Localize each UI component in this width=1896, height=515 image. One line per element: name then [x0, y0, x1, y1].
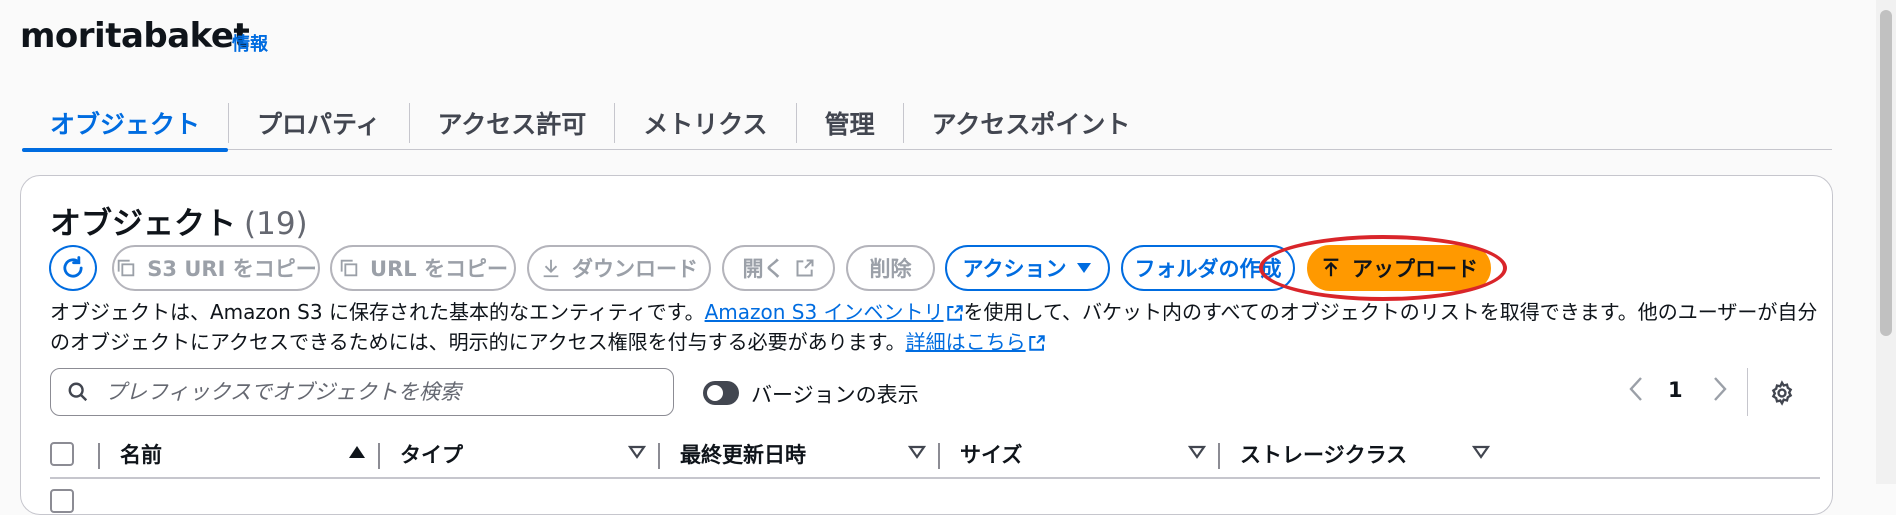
download-icon	[543, 259, 559, 278]
show-versions-label: バージョンの表示	[751, 383, 919, 407]
objects-title: オブジェクト	[50, 206, 236, 242]
column-header-storage-class[interactable]: ストレージクラス	[1240, 439, 1407, 469]
column-divider	[378, 443, 380, 469]
copy-s3-uri-label: S3 URI をコピー	[147, 257, 317, 281]
info-link[interactable]: 情報	[232, 30, 268, 56]
current-page[interactable]: 1	[1668, 378, 1683, 402]
tab-metrics[interactable]: メトリクス	[615, 96, 795, 150]
search-box	[50, 368, 674, 416]
chevron-left-icon[interactable]	[1629, 376, 1643, 402]
objects-header: オブジェクト (19)	[50, 198, 308, 243]
caret-down-icon	[1077, 263, 1092, 273]
sort-icon[interactable]	[628, 445, 646, 459]
copy-url-button[interactable]: URL をコピー	[330, 245, 516, 291]
copy-url-label: URL をコピー	[370, 257, 508, 281]
refresh-icon	[63, 256, 83, 278]
sort-icon[interactable]	[908, 445, 926, 459]
create-folder-label: フォルダの作成	[1134, 257, 1282, 281]
tab-management[interactable]: 管理	[797, 96, 903, 150]
upload-label: アップロード	[1352, 257, 1478, 281]
sort-icon[interactable]	[1472, 445, 1490, 459]
pagination-divider	[1747, 368, 1748, 416]
actions-label: アクション	[962, 257, 1067, 281]
upload-button[interactable]: アップロード	[1307, 245, 1491, 291]
table-row[interactable]	[50, 481, 1820, 513]
column-header-type[interactable]: タイプ	[400, 439, 463, 469]
column-divider	[98, 443, 100, 469]
delete-button[interactable]: 削除	[846, 245, 935, 291]
chevron-right-icon[interactable]	[1713, 376, 1727, 402]
search-icon	[68, 382, 88, 402]
column-divider	[658, 443, 660, 469]
inventory-link[interactable]: Amazon S3 インベントリ	[705, 300, 944, 324]
description-text-1: オブジェクトは、Amazon S3 に保存された基本的なエンティティです。	[50, 300, 705, 324]
row-checkbox[interactable]	[50, 489, 74, 513]
learn-more-link[interactable]: 詳細はこちら	[906, 330, 1026, 354]
objects-count: (19)	[244, 206, 308, 242]
actions-dropdown-button[interactable]: アクション	[945, 245, 1110, 291]
download-label: ダウンロード	[572, 257, 698, 281]
copy-icon	[118, 259, 135, 277]
gear-icon[interactable]	[1769, 380, 1795, 406]
sort-icon[interactable]	[1188, 445, 1206, 459]
column-header-size[interactable]: サイズ	[960, 439, 1022, 469]
sort-asc-icon[interactable]	[348, 445, 366, 459]
delete-label: 削除	[869, 257, 912, 281]
search-input[interactable]	[103, 379, 663, 405]
column-divider	[1218, 443, 1220, 469]
tab-bar: オブジェクト プロパティ アクセス許可 メトリクス 管理 アクセスポイント	[22, 96, 1832, 152]
refresh-button[interactable]	[49, 245, 97, 291]
open-label: 開く	[742, 257, 785, 281]
column-header-last-modified[interactable]: 最終更新日時	[680, 439, 806, 469]
column-divider	[938, 443, 940, 469]
table-header: 名前 タイプ 最終更新日時 サイズ ストレージクラス	[50, 431, 1820, 479]
external-link-icon	[946, 305, 963, 321]
copy-s3-uri-button[interactable]: S3 URI をコピー	[112, 245, 320, 291]
scrollbar-thumb[interactable]	[1880, 10, 1892, 336]
create-folder-button[interactable]: フォルダの作成	[1121, 245, 1295, 291]
tab-permissions[interactable]: アクセス許可	[410, 96, 615, 150]
external-link-icon	[796, 259, 813, 277]
page-scrollbar[interactable]	[1876, 0, 1896, 484]
select-all-checkbox[interactable]	[50, 442, 74, 466]
external-link-icon	[1028, 335, 1045, 351]
column-header-name[interactable]: 名前	[120, 439, 162, 469]
open-button[interactable]: 開く	[722, 245, 835, 291]
copy-icon	[340, 259, 358, 277]
download-button[interactable]: ダウンロード	[527, 245, 711, 291]
upload-icon	[1323, 258, 1339, 277]
tab-properties[interactable]: プロパティ	[229, 96, 409, 150]
objects-panel: オブジェクト (19) S3 URI をコピー URL をコピー ダウンロード 開…	[20, 175, 1833, 515]
tab-access-points[interactable]: アクセスポイント	[904, 96, 1159, 150]
objects-description: オブジェクトは、Amazon S3 に保存された基本的なエンティティです。Ama…	[50, 297, 1820, 357]
tab-objects[interactable]: オブジェクト	[22, 96, 229, 152]
page-title: moritabaket	[20, 16, 250, 56]
show-versions-toggle[interactable]	[703, 381, 739, 405]
